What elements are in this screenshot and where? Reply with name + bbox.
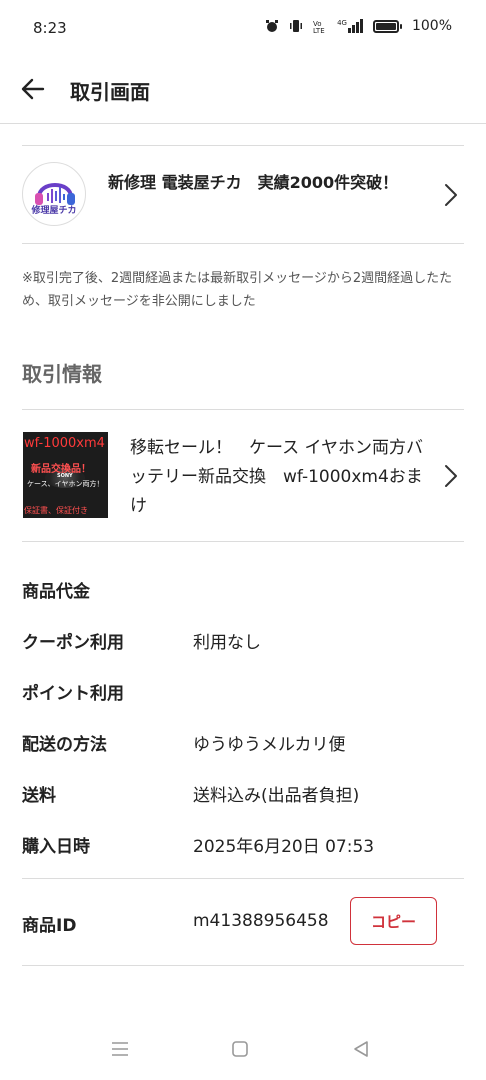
chevron-right-icon bbox=[445, 465, 457, 487]
battery-icon bbox=[372, 19, 402, 33]
shipping-fee-label: 送料 bbox=[22, 786, 56, 806]
seller-row[interactable]: 修理屋チカ 新修理 電装屋チカ 実績2000件突破！ bbox=[22, 146, 464, 243]
copy-button[interactable]: コピー bbox=[350, 897, 437, 945]
thumbnail-model-text: wf-1000xm4 bbox=[24, 436, 105, 451]
headphones-logo-icon bbox=[35, 183, 75, 205]
divider bbox=[22, 243, 464, 244]
item-id-value: m41388956458 bbox=[193, 911, 329, 931]
coupon-label: クーポン利用 bbox=[22, 633, 124, 653]
product-thumbnail: wf-1000xm4 新品交換品！ SONY ケース、イヤホン両方！ 保証書、保… bbox=[23, 432, 108, 518]
arrow-left-icon[interactable] bbox=[20, 76, 46, 102]
purchase-date-label: 購入日時 bbox=[22, 837, 90, 857]
item-id-label: 商品ID bbox=[22, 916, 77, 936]
shipping-method-label: 配送の方法 bbox=[22, 735, 107, 755]
price-label: 商品代金 bbox=[22, 582, 90, 602]
seller-avatar-text: 修理屋チカ bbox=[31, 206, 77, 216]
coupon-value: 利用なし bbox=[193, 633, 261, 653]
thumbnail-warranty-text: 保証書、保証付き bbox=[24, 506, 88, 515]
vibrate-icon bbox=[290, 20, 303, 32]
divider bbox=[22, 965, 464, 966]
chevron-right-icon bbox=[445, 184, 457, 206]
shipping-method-value: ゆうゆうメルカリ便 bbox=[193, 735, 346, 755]
back-triangle-icon[interactable] bbox=[350, 1038, 372, 1060]
status-icons: Vo LTE 4G 100% bbox=[265, 18, 452, 34]
product-row[interactable]: wf-1000xm4 新品交換品！ SONY ケース、イヤホン両方！ 保証書、保… bbox=[22, 410, 464, 541]
svg-text:LTE: LTE bbox=[313, 27, 325, 33]
page-title: 取引画面 bbox=[70, 80, 150, 104]
status-bar: 8:23 Vo LTE 4G 100% bbox=[0, 0, 486, 60]
signal-icon: 4G bbox=[337, 19, 363, 33]
divider bbox=[22, 541, 464, 542]
network-type-label: 4G bbox=[337, 19, 347, 27]
app-header: 取引画面 bbox=[0, 60, 486, 124]
points-label: ポイント利用 bbox=[22, 684, 124, 704]
product-title: 移転セール！ ケース イヤホン両方バッテリー新品交換 wf-1000xm4おまけ bbox=[130, 438, 424, 516]
status-time: 8:23 bbox=[33, 19, 67, 37]
divider bbox=[22, 878, 464, 879]
thumbnail-both-text: ケース、イヤホン両方！ bbox=[27, 480, 104, 488]
home-square-icon[interactable] bbox=[229, 1038, 251, 1060]
seller-name: 新修理 電装屋チカ 実績2000件突破！ bbox=[108, 173, 399, 192]
volte-icon: VoLTE bbox=[313, 20, 325, 33]
notice-text: ※取引完了後、2週間経過または最新取引メッセージから2週間経過したため、取引メッ… bbox=[22, 271, 453, 309]
section-title: 取引情報 bbox=[22, 362, 102, 386]
menu-icon[interactable] bbox=[109, 1038, 131, 1060]
alarm-icon bbox=[266, 20, 279, 32]
battery-percent: 100% bbox=[411, 18, 452, 34]
purchase-date-value: 2025年6月20日 07:53 bbox=[193, 837, 375, 857]
system-nav-bar bbox=[0, 1010, 486, 1080]
shipping-fee-value: 送料込み(出品者負担) bbox=[193, 786, 360, 806]
seller-avatar: 修理屋チカ bbox=[22, 162, 86, 226]
